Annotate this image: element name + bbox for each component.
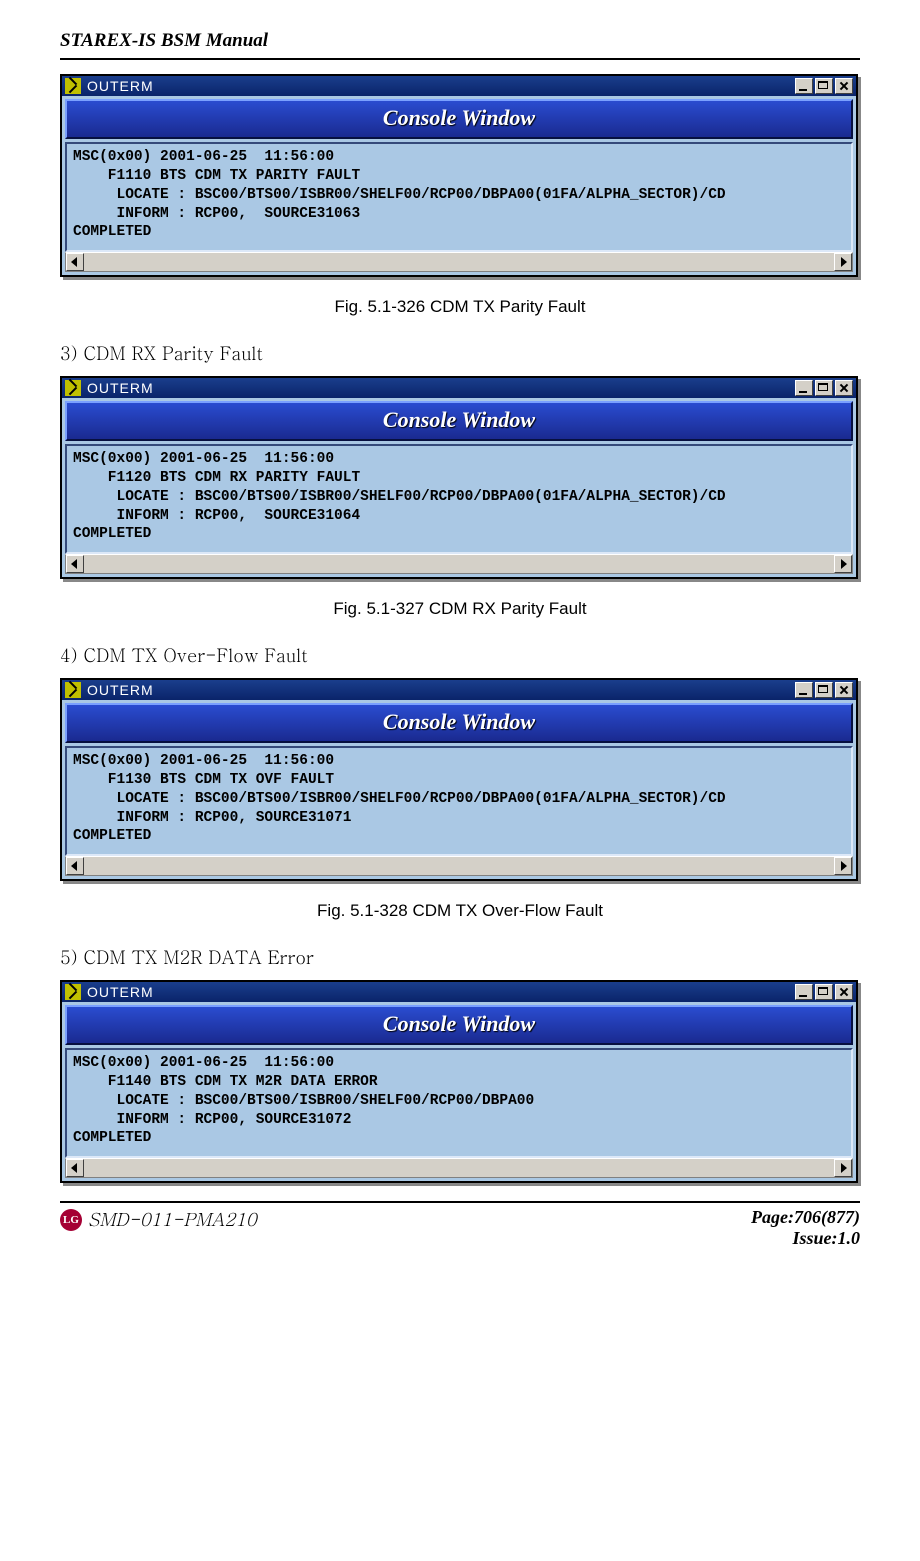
console-banner: Console Window: [65, 401, 853, 441]
scroll-right-button[interactable]: [834, 857, 852, 875]
minimize-button[interactable]: [795, 984, 813, 1000]
horizontal-scrollbar[interactable]: [65, 252, 853, 272]
scroll-left-button[interactable]: [66, 1159, 84, 1177]
window-title: OUTERM: [87, 78, 795, 94]
doc-code: SMD-011-PMA210: [88, 1207, 257, 1232]
app-icon: [65, 380, 81, 396]
console-banner: Console Window: [65, 703, 853, 743]
footer-rule: [60, 1201, 860, 1203]
maximize-button[interactable]: [815, 682, 833, 698]
console-output: MSC(0x00) 2001-06-25 11:56:00 F1140 BTS …: [65, 1048, 853, 1158]
app-icon: [65, 682, 81, 698]
scroll-track[interactable]: [84, 1159, 834, 1177]
window-title: OUTERM: [87, 984, 795, 1000]
scroll-right-button[interactable]: [834, 1159, 852, 1177]
titlebar-buttons: [795, 380, 853, 396]
close-button[interactable]: [835, 78, 853, 94]
outerm-window-1: OUTERM Console Window MSC(0x00) 2001-06-…: [60, 74, 858, 277]
titlebar: OUTERM: [62, 378, 856, 398]
titlebar-buttons: [795, 78, 853, 94]
window-title: OUTERM: [87, 682, 795, 698]
figure-caption-1: Fig. 5.1-326 CDM TX Parity Fault: [60, 297, 860, 317]
outerm-window-3: OUTERM Console Window MSC(0x00) 2001-06-…: [60, 678, 858, 881]
scroll-left-button[interactable]: [66, 253, 84, 271]
header-rule: [60, 58, 860, 60]
outerm-window-4: OUTERM Console Window MSC(0x00) 2001-06-…: [60, 980, 858, 1183]
scroll-left-button[interactable]: [66, 857, 84, 875]
minimize-button[interactable]: [795, 380, 813, 396]
window-title: OUTERM: [87, 380, 795, 396]
figure-caption-3: Fig. 5.1-328 CDM TX Over-Flow Fault: [60, 901, 860, 921]
console-output: MSC(0x00) 2001-06-25 11:56:00 F1110 BTS …: [65, 142, 853, 252]
maximize-button[interactable]: [815, 984, 833, 1000]
minimize-button[interactable]: [795, 78, 813, 94]
minimize-button[interactable]: [795, 682, 813, 698]
console-output: MSC(0x00) 2001-06-25 11:56:00 F1130 BTS …: [65, 746, 853, 856]
maximize-button[interactable]: [815, 78, 833, 94]
figure-caption-2: Fig. 5.1-327 CDM RX Parity Fault: [60, 599, 860, 619]
item-4-label: 4) CDM TX Over-Flow Fault: [60, 643, 860, 668]
horizontal-scrollbar[interactable]: [65, 856, 853, 876]
scroll-left-button[interactable]: [66, 555, 84, 573]
close-button[interactable]: [835, 380, 853, 396]
horizontal-scrollbar[interactable]: [65, 1158, 853, 1178]
console-output: MSC(0x00) 2001-06-25 11:56:00 F1120 BTS …: [65, 444, 853, 554]
console-banner: Console Window: [65, 99, 853, 139]
app-icon: [65, 78, 81, 94]
footer: LG SMD-011-PMA210 Page:706(877) Issue:1.…: [60, 1207, 860, 1249]
console-banner: Console Window: [65, 1005, 853, 1045]
close-button[interactable]: [835, 984, 853, 1000]
scroll-track[interactable]: [84, 857, 834, 875]
titlebar: OUTERM: [62, 680, 856, 700]
titlebar: OUTERM: [62, 76, 856, 96]
item-5-label: 5) CDM TX M2R DATA Error: [60, 945, 860, 970]
close-button[interactable]: [835, 682, 853, 698]
horizontal-scrollbar[interactable]: [65, 554, 853, 574]
titlebar: OUTERM: [62, 982, 856, 1002]
maximize-button[interactable]: [815, 380, 833, 396]
page-number: Page:706(877): [751, 1207, 860, 1228]
issue-number: Issue:1.0: [751, 1228, 860, 1249]
titlebar-buttons: [795, 984, 853, 1000]
item-3-label: 3) CDM RX Parity Fault: [60, 341, 860, 366]
scroll-right-button[interactable]: [834, 253, 852, 271]
outerm-window-2: OUTERM Console Window MSC(0x00) 2001-06-…: [60, 376, 858, 579]
scroll-right-button[interactable]: [834, 555, 852, 573]
titlebar-buttons: [795, 682, 853, 698]
doc-header: STAREX-IS BSM Manual: [60, 30, 860, 52]
app-icon: [65, 984, 81, 1000]
lg-logo-icon: LG: [60, 1209, 82, 1231]
scroll-track[interactable]: [84, 253, 834, 271]
scroll-track[interactable]: [84, 555, 834, 573]
